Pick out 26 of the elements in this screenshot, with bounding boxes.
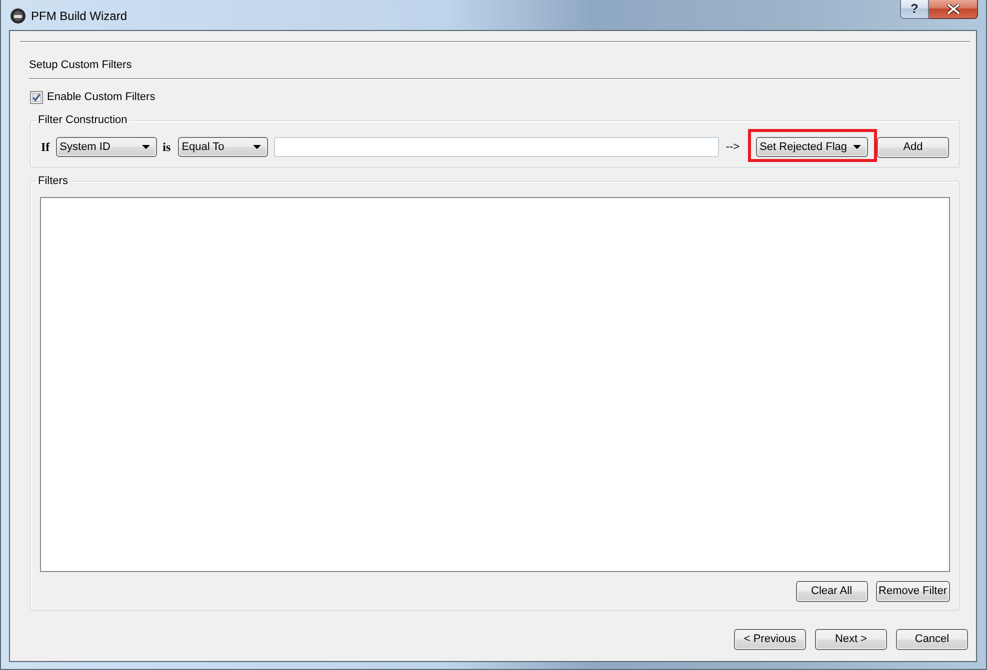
- window-title: PFM Build Wizard: [31, 8, 128, 24]
- close-button[interactable]: [929, 0, 978, 19]
- is-label: is: [162, 140, 171, 154]
- caret-icon: [252, 145, 261, 149]
- value-field[interactable]: [274, 137, 719, 157]
- app-icon: [10, 8, 26, 24]
- next-button[interactable]: Next >: [815, 629, 887, 650]
- remove-filter-button[interactable]: Remove Filter: [876, 581, 950, 602]
- caret-icon: [853, 145, 861, 149]
- checkbox-label: Enable Custom Filters: [47, 90, 156, 104]
- caret-icon: [142, 145, 150, 149]
- previous-button[interactable]: < Previous: [734, 629, 806, 650]
- page-heading: Setup Custom Filters: [29, 58, 132, 73]
- cancel-button[interactable]: Cancel: [896, 629, 968, 650]
- arrow-label: -->: [726, 140, 740, 154]
- checkbox[interactable]: [30, 90, 43, 104]
- clear-all-button[interactable]: Clear All: [796, 581, 868, 602]
- operator-dropdown[interactable]: Equal To: [178, 137, 268, 157]
- field-dropdown[interactable]: System ID: [56, 137, 157, 157]
- group-title: Filter Construction: [37, 113, 128, 128]
- action-dropdown[interactable]: Set Rejected Flag: [756, 137, 868, 157]
- if-label: If: [41, 140, 50, 154]
- group-title: Filters: [37, 174, 69, 189]
- help-button[interactable]: ?: [900, 0, 929, 19]
- add-button[interactable]: Add: [877, 136, 949, 158]
- close-icon: [946, 4, 960, 14]
